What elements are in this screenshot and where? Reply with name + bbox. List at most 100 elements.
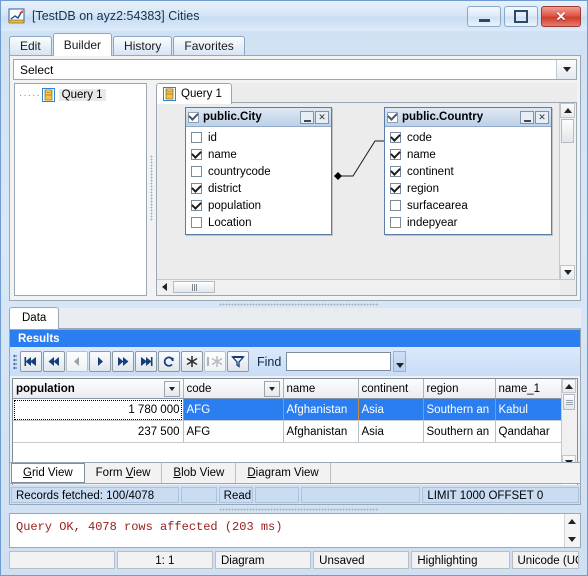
diagram-surface[interactable]: public.City ✕ id name countrycode distri… [157, 103, 560, 280]
field-row[interactable]: name [385, 146, 551, 163]
close-icon[interactable]: ✕ [315, 110, 329, 124]
table-row[interactable]: 237 500 AFG Afghanistan Asia Southern an… [13, 420, 562, 443]
minimize-icon[interactable] [300, 110, 314, 124]
field-row[interactable]: district [186, 180, 331, 197]
statement-type-combo[interactable]: Select [13, 59, 577, 80]
cell-continent[interactable]: Asia [358, 398, 424, 421]
column-header-name-1[interactable]: name_1 [495, 379, 562, 399]
field-checkbox-surfacearea[interactable] [390, 200, 401, 211]
field-checkbox-population[interactable] [191, 200, 202, 211]
cell-name-1[interactable]: Qandahar [495, 420, 562, 443]
maximize-button[interactable] [504, 6, 538, 27]
tab-blob-view[interactable]: Blob View [162, 463, 237, 483]
field-checkbox-countrycode[interactable] [191, 166, 202, 177]
tab-history[interactable]: History [113, 36, 173, 56]
scroll-down-icon[interactable] [560, 265, 575, 280]
diagram-canvas[interactable]: public.City ✕ id name countrycode distri… [156, 103, 577, 296]
filter-button[interactable] [227, 351, 249, 372]
column-header-region[interactable]: region [423, 379, 496, 399]
scroll-up-icon[interactable] [562, 379, 576, 393]
tab-data[interactable]: Data [9, 307, 60, 329]
diagram-horizontal-scrollbar[interactable] [157, 279, 560, 295]
tree-item-query-1[interactable]: ····· Query 1 [19, 88, 146, 102]
field-row[interactable]: continent [385, 163, 551, 180]
close-button[interactable]: ✕ [541, 6, 581, 27]
table-box-public-city[interactable]: public.City ✕ id name countrycode distri… [185, 107, 332, 235]
minimize-button[interactable] [467, 6, 501, 27]
scroll-up-icon[interactable] [565, 514, 579, 529]
field-row[interactable]: name [186, 146, 331, 163]
first-record-button[interactable] [20, 351, 42, 372]
column-header-population[interactable]: population [13, 379, 184, 399]
field-row[interactable]: region [385, 180, 551, 197]
builder-data-splitter[interactable] [9, 301, 581, 308]
tab-diagram-view[interactable]: Diagram View [236, 463, 331, 483]
next-record-button[interactable] [89, 351, 111, 372]
cell-name[interactable]: Afghanistan [283, 420, 359, 443]
minimize-icon[interactable] [520, 110, 534, 124]
field-row[interactable]: id [186, 129, 331, 146]
field-checkbox-region[interactable] [390, 183, 401, 194]
message-log-panel[interactable]: Query OK, 4078 rows affected (203 ms) [9, 513, 581, 548]
field-row[interactable]: code [385, 129, 551, 146]
field-checkbox-name[interactable] [191, 149, 202, 160]
last-record-button[interactable] [135, 351, 157, 372]
field-row[interactable]: countrycode [186, 163, 331, 180]
grid-vertical-scrollbar[interactable] [561, 379, 577, 469]
cell-region[interactable]: Southern an [423, 398, 496, 421]
query-tab-query-1[interactable]: Query 1 [156, 83, 232, 104]
cell-name[interactable]: Afghanistan [283, 398, 359, 421]
cell-continent[interactable]: Asia [358, 420, 424, 443]
cell-population[interactable]: 1 780 000 [13, 398, 184, 421]
tab-edit[interactable]: Edit [9, 36, 52, 56]
column-filter-icon[interactable] [163, 380, 180, 397]
cell-region[interactable]: Southern an [423, 420, 496, 443]
field-checkbox-indepyear[interactable] [390, 217, 401, 228]
field-row[interactable]: indepyear [385, 214, 551, 231]
table-row[interactable]: 1 780 000 AFG Afghanistan Asia Southern … [13, 398, 562, 421]
vertical-scroll-thumb[interactable] [561, 119, 574, 143]
horizontal-scroll-thumb[interactable] [173, 281, 215, 293]
prior-page-button[interactable] [43, 351, 65, 372]
find-options-button[interactable] [393, 351, 407, 372]
column-header-code[interactable]: code [183, 379, 284, 399]
table-checkbox-public-country[interactable] [387, 111, 398, 123]
message-log-scrollbar[interactable] [564, 514, 580, 547]
table-header-public-country[interactable]: public.Country ✕ [385, 108, 551, 127]
refresh-button[interactable] [158, 351, 180, 372]
cell-population[interactable]: 237 500 [13, 420, 184, 443]
find-input[interactable] [286, 352, 392, 371]
field-row[interactable]: population [186, 197, 331, 214]
field-row[interactable]: surfacearea [385, 197, 551, 214]
cell-code[interactable]: AFG [183, 420, 284, 443]
insert-record-button[interactable] [181, 351, 203, 372]
cell-name-1[interactable]: Kabul [495, 398, 562, 421]
toolbar-drag-handle[interactable] [13, 353, 17, 370]
column-header-continent[interactable]: continent [358, 379, 424, 399]
scroll-down-icon[interactable] [565, 532, 579, 547]
tab-builder[interactable]: Builder [52, 33, 113, 56]
cell-code[interactable]: AFG [183, 398, 284, 421]
field-row[interactable]: Location [186, 214, 331, 231]
tab-grid-view[interactable]: Grid View [11, 463, 85, 483]
next-page-button[interactable] [112, 351, 134, 372]
column-header-name[interactable]: name [283, 379, 359, 399]
builder-vertical-splitter[interactable] [149, 83, 154, 296]
table-checkbox-public-city[interactable] [188, 111, 199, 123]
field-checkbox-code[interactable] [390, 132, 401, 143]
column-filter-icon[interactable] [263, 380, 280, 397]
field-checkbox-district[interactable] [191, 183, 202, 194]
close-icon[interactable]: ✕ [535, 110, 549, 124]
table-box-public-country[interactable]: public.Country ✕ code name continent reg… [384, 107, 552, 235]
tab-favorites[interactable]: Favorites [173, 36, 245, 56]
data-message-splitter[interactable] [9, 506, 581, 513]
field-checkbox-id[interactable] [191, 132, 202, 143]
table-header-public-city[interactable]: public.City ✕ [186, 108, 331, 127]
scroll-up-icon[interactable] [560, 103, 575, 118]
field-checkbox-name[interactable] [390, 149, 401, 160]
field-checkbox-location[interactable] [191, 217, 202, 228]
diagram-vertical-scrollbar[interactable] [559, 103, 576, 280]
grid-scroll-thumb[interactable] [563, 394, 575, 410]
chevron-down-icon[interactable] [556, 60, 576, 79]
field-checkbox-continent[interactable] [390, 166, 401, 177]
